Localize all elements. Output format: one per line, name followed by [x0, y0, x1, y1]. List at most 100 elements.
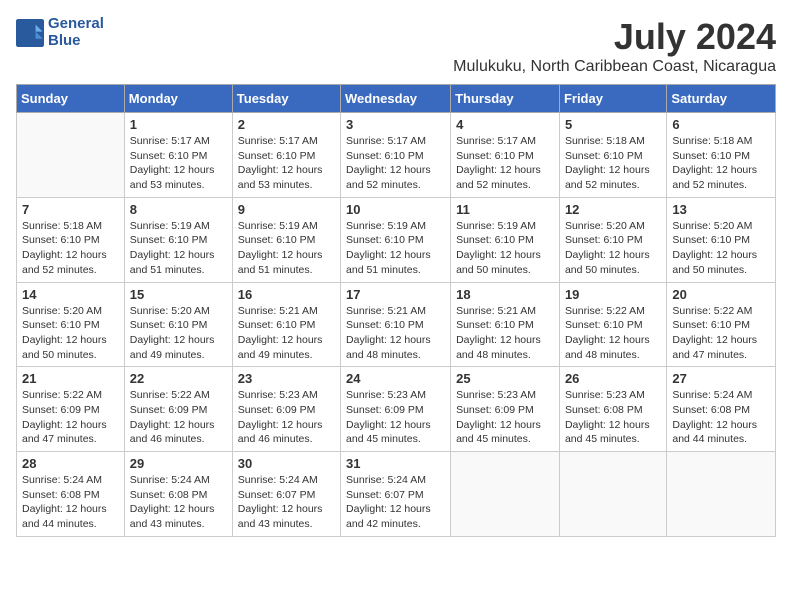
day-info: Sunrise: 5:19 AMSunset: 6:10 PMDaylight:… [130, 219, 227, 278]
day-number: 10 [346, 202, 445, 217]
day-number: 12 [565, 202, 661, 217]
calendar-cell: 11Sunrise: 5:19 AMSunset: 6:10 PMDayligh… [451, 197, 560, 282]
day-info: Sunrise: 5:23 AMSunset: 6:08 PMDaylight:… [565, 388, 661, 447]
weekday-header-saturday: Saturday [667, 85, 776, 113]
day-number: 7 [22, 202, 119, 217]
day-number: 9 [238, 202, 335, 217]
calendar-cell: 10 Sunrise: 5:19 AMSunset: 6:10 PMDayligh… [341, 197, 451, 282]
calendar-cell: 9 Sunrise: 5:19 AMSunset: 6:10 PMDaylight… [232, 197, 340, 282]
day-number: 6 [672, 117, 770, 132]
calendar-cell: 2 Sunrise: 5:17 AMSunset: 6:10 PMDaylight… [232, 113, 340, 198]
weekday-header-thursday: Thursday [451, 85, 560, 113]
day-number: 30 [238, 456, 335, 471]
day-number: 28 [22, 456, 119, 471]
calendar-cell: 28Sunrise: 5:24 AMSunset: 6:08 PMDayligh… [17, 452, 125, 537]
day-info: Sunrise: 5:20 AMSunset: 6:10 PMDaylight:… [672, 219, 770, 278]
calendar-cell: 23Sunrise: 5:23 AMSunset: 6:09 PMDayligh… [232, 367, 340, 452]
day-info: Sunrise: 5:24 AMSunset: 6:08 PMDaylight:… [130, 473, 227, 532]
weekday-header-sunday: Sunday [17, 85, 125, 113]
day-info: Sunrise: 5:18 AMSunset: 6:10 PMDaylight:… [22, 219, 119, 278]
day-info: Sunrise: 5:23 AMSunset: 6:09 PMDaylight:… [456, 388, 554, 447]
calendar-cell: 5Sunrise: 5:18 AMSunset: 6:10 PMDaylight… [559, 113, 666, 198]
week-row-4: 21 Sunrise: 5:22 AMSunset: 6:09 PMDayligh… [17, 367, 776, 452]
day-number: 4 [456, 117, 554, 132]
calendar-cell [17, 113, 125, 198]
day-number: 8 [130, 202, 227, 217]
day-info: Sunrise: 5:24 AMSunset: 6:08 PMDaylight:… [672, 388, 770, 447]
day-info: Sunrise: 5:22 AMSunset: 6:10 PMDaylight:… [672, 304, 770, 363]
calendar-cell: 16 Sunrise: 5:21 AMSunset: 6:10 PMDayligh… [232, 282, 340, 367]
logo-line1: General [48, 16, 104, 33]
week-row-1: 1 Sunrise: 5:17 AMSunset: 6:10 PMDaylight… [17, 113, 776, 198]
day-info: Sunrise: 5:22 AMSunset: 6:10 PMDaylight:… [565, 304, 661, 363]
day-number: 22 [130, 371, 227, 386]
day-info: Sunrise: 5:17 AMSunset: 6:10 PMDaylight:… [130, 134, 227, 193]
day-info: Sunrise: 5:21 AMSunset: 6:10 PMDaylight:… [456, 304, 554, 363]
calendar-cell: 6 Sunrise: 5:18 AMSunset: 6:10 PMDaylight… [667, 113, 776, 198]
week-row-5: 28 Sunrise: 5:24 AMSunset: 6:08 PMDayligh… [17, 452, 776, 537]
day-info: Sunrise: 5:17 AMSunset: 6:10 PMDaylight:… [238, 134, 335, 193]
day-number: 13 [672, 202, 770, 217]
calendar-cell: 26Sunrise: 5:23 AMSunset: 6:08 PMDayligh… [559, 367, 666, 452]
calendar-cell [451, 452, 560, 537]
calendar-cell: 29 Sunrise: 5:24 AMSunset: 6:08 PMDayligh… [124, 452, 232, 537]
calendar-cell: 14 Sunrise: 5:20 AMSunset: 6:10 PMDayligh… [17, 282, 125, 367]
day-info: Sunrise: 5:21 AMSunset: 6:10 PMDaylight:… [346, 304, 445, 363]
calendar-cell: 18Sunrise: 5:21 AMSunset: 6:10 PMDayligh… [451, 282, 560, 367]
day-info: Sunrise: 5:17 AMSunset: 6:10 PMDaylight:… [346, 134, 445, 193]
calendar-cell: 27 Sunrise: 5:24 AMSunset: 6:08 PMDayligh… [667, 367, 776, 452]
day-number: 17 [346, 287, 445, 302]
calendar-cell: 31 Sunrise: 5:24 AMSunset: 6:07 PMDayligh… [341, 452, 451, 537]
day-number: 29 [130, 456, 227, 471]
day-number: 3 [346, 117, 445, 132]
calendar-cell: 3 Sunrise: 5:17 AMSunset: 6:10 PMDaylight… [341, 113, 451, 198]
week-row-3: 14 Sunrise: 5:20 AMSunset: 6:10 PMDayligh… [17, 282, 776, 367]
weekday-header-wednesday: Wednesday [341, 85, 451, 113]
subtitle: Mulukuku, North Caribbean Coast, Nicarag… [453, 58, 776, 76]
calendar-cell: 17 Sunrise: 5:21 AMSunset: 6:10 PMDayligh… [341, 282, 451, 367]
day-number: 24 [346, 371, 445, 386]
calendar-cell: 21Sunrise: 5:22 AMSunset: 6:09 PMDayligh… [17, 367, 125, 452]
day-info: Sunrise: 5:18 AMSunset: 6:10 PMDaylight:… [672, 134, 770, 193]
day-info: Sunrise: 5:21 AMSunset: 6:10 PMDaylight:… [238, 304, 335, 363]
weekday-header-row: SundayMondayTuesdayWednesdayThursdayFrid… [17, 85, 776, 113]
day-number: 31 [346, 456, 445, 471]
calendar-cell: 25 Sunrise: 5:23 AMSunset: 6:09 PMDayligh… [451, 367, 560, 452]
weekday-header-friday: Friday [559, 85, 666, 113]
day-number: 25 [456, 371, 554, 386]
week-row-2: 7 Sunrise: 5:18 AMSunset: 6:10 PMDaylight… [17, 197, 776, 282]
day-number: 14 [22, 287, 119, 302]
logo: General Blue [16, 16, 104, 49]
day-number: 27 [672, 371, 770, 386]
day-info: Sunrise: 5:19 AMSunset: 6:10 PMDaylight:… [346, 219, 445, 278]
day-info: Sunrise: 5:23 AMSunset: 6:09 PMDaylight:… [238, 388, 335, 447]
calendar-cell: 20Sunrise: 5:22 AMSunset: 6:10 PMDayligh… [667, 282, 776, 367]
calendar-cell: 4 Sunrise: 5:17 AMSunset: 6:10 PMDaylight… [451, 113, 560, 198]
day-info: Sunrise: 5:23 AMSunset: 6:09 PMDaylight:… [346, 388, 445, 447]
day-info: Sunrise: 5:20 AMSunset: 6:10 PMDaylight:… [565, 219, 661, 278]
day-number: 21 [22, 371, 119, 386]
day-info: Sunrise: 5:24 AMSunset: 6:07 PMDaylight:… [346, 473, 445, 532]
day-info: Sunrise: 5:19 AMSunset: 6:10 PMDaylight:… [238, 219, 335, 278]
calendar-cell: 8 Sunrise: 5:19 AMSunset: 6:10 PMDaylight… [124, 197, 232, 282]
weekday-header-monday: Monday [124, 85, 232, 113]
day-info: Sunrise: 5:17 AMSunset: 6:10 PMDaylight:… [456, 134, 554, 193]
calendar-cell: 22 Sunrise: 5:22 AMSunset: 6:09 PMDayligh… [124, 367, 232, 452]
calendar-cell: 15Sunrise: 5:20 AMSunset: 6:10 PMDayligh… [124, 282, 232, 367]
logo-icon [16, 19, 44, 47]
calendar-table: SundayMondayTuesdayWednesdayThursdayFrid… [16, 84, 776, 537]
logo-line2: Blue [48, 33, 104, 50]
day-number: 1 [130, 117, 227, 132]
calendar-cell: 19Sunrise: 5:22 AMSunset: 6:10 PMDayligh… [559, 282, 666, 367]
day-number: 15 [130, 287, 227, 302]
day-number: 16 [238, 287, 335, 302]
day-info: Sunrise: 5:22 AMSunset: 6:09 PMDaylight:… [130, 388, 227, 447]
calendar-cell [559, 452, 666, 537]
weekday-header-tuesday: Tuesday [232, 85, 340, 113]
calendar-cell: 1 Sunrise: 5:17 AMSunset: 6:10 PMDaylight… [124, 113, 232, 198]
calendar-cell: 13 Sunrise: 5:20 AMSunset: 6:10 PMDayligh… [667, 197, 776, 282]
day-info: Sunrise: 5:20 AMSunset: 6:10 PMDaylight:… [22, 304, 119, 363]
main-title: July 2024 [453, 16, 776, 58]
day-info: Sunrise: 5:18 AMSunset: 6:10 PMDaylight:… [565, 134, 661, 193]
day-number: 2 [238, 117, 335, 132]
